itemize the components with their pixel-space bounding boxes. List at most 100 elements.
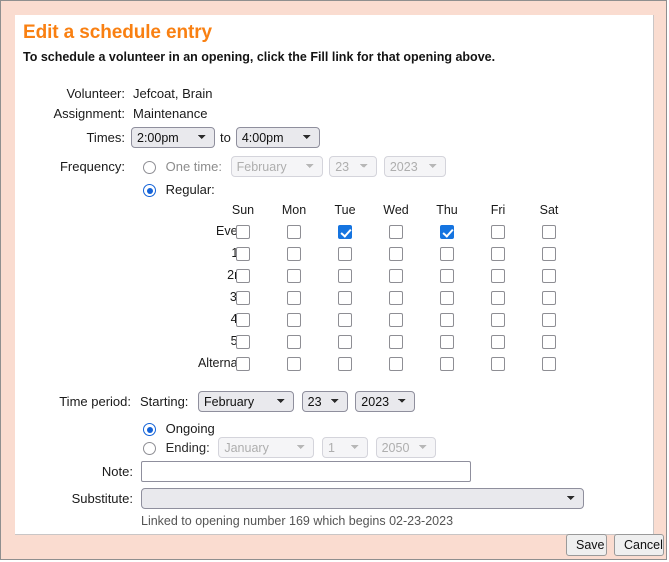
checkbox-2nd-sat[interactable] — [542, 269, 556, 283]
checkbox-1st-fri[interactable] — [491, 247, 505, 261]
times-to-label: to — [220, 130, 231, 146]
checkbox-alternate-wed[interactable] — [389, 357, 403, 371]
volunteer-row: Volunteer: Jefcoat, Brain — [15, 85, 654, 107]
checkbox-3rd-sun[interactable] — [236, 291, 250, 305]
grid-row-label-4th: 4th — [115, 312, 248, 326]
substitute-label: Substitute: — [71, 491, 133, 506]
checkbox-4th-thu[interactable] — [440, 313, 454, 327]
checkbox-5th-fri[interactable] — [491, 335, 505, 349]
checkbox-alternate-tue[interactable] — [338, 357, 352, 371]
note-input[interactable] — [141, 461, 471, 482]
checkbox-3rd-fri[interactable] — [491, 291, 505, 305]
page-subtitle: To schedule a volunteer in an opening, c… — [23, 50, 495, 64]
ongoing-radio[interactable] — [143, 423, 156, 437]
frequency-label: Frequency: — [59, 159, 125, 174]
starting-year-select[interactable]: 2023 — [355, 391, 416, 412]
regular-label: Regular: — [165, 182, 215, 197]
checkbox-1st-mon[interactable] — [287, 247, 301, 261]
checkbox-5th-mon[interactable] — [287, 335, 301, 349]
checkbox-2nd-fri[interactable] — [491, 269, 505, 283]
grid-row-label-every: Every — [216, 224, 248, 238]
ending-day-select[interactable]: 1 — [321, 437, 368, 458]
checkbox-alternate-mon[interactable] — [287, 357, 301, 371]
checkbox-4th-mon[interactable] — [287, 313, 301, 327]
frequency-one-time-radio[interactable] — [143, 160, 156, 174]
grid-row-label-1st: 1st — [115, 246, 248, 260]
checkbox-every-thu[interactable] — [440, 225, 454, 239]
ending-row: Ending: January 1 2050 — [15, 437, 654, 459]
dialog-outer-frame: Edit a schedule entry To schedule a volu… — [0, 0, 667, 560]
checkbox-5th-wed[interactable] — [389, 335, 403, 349]
checkbox-every-sun[interactable] — [236, 225, 250, 239]
starting-month-select[interactable]: February — [198, 391, 295, 412]
checkbox-1st-wed[interactable] — [389, 247, 403, 261]
page-title: Edit a schedule entry — [23, 22, 213, 43]
time-end-select[interactable]: 4:00pm — [235, 127, 320, 148]
checkbox-alternate-thu[interactable] — [440, 357, 454, 371]
checkbox-1st-thu[interactable] — [440, 247, 454, 261]
checkbox-4th-sun[interactable] — [236, 313, 250, 327]
checkbox-every-fri[interactable] — [491, 225, 505, 239]
checkbox-1st-tue[interactable] — [338, 247, 352, 261]
checkbox-alternate-fri[interactable] — [491, 357, 505, 371]
frequency-regular-radio[interactable] — [143, 184, 156, 198]
assignment-value: Maintenance — [133, 106, 208, 121]
checkbox-alternate-sat[interactable] — [542, 357, 556, 371]
note-label: Note: — [101, 464, 133, 479]
checkbox-every-sat[interactable] — [542, 225, 556, 239]
checkbox-3rd-sat[interactable] — [542, 291, 556, 305]
time-start-select[interactable]: 2:00pm — [131, 127, 215, 148]
checkbox-5th-sat[interactable] — [542, 335, 556, 349]
grid-row-label-3rd: 3rd — [115, 290, 248, 304]
checkbox-every-mon[interactable] — [287, 225, 301, 239]
assignment-label: Assignment: — [53, 106, 125, 121]
substitute-select[interactable] — [141, 488, 584, 509]
checkbox-3rd-wed[interactable] — [389, 291, 403, 305]
checkbox-2nd-wed[interactable] — [389, 269, 403, 283]
cancel-button[interactable]: Cancel — [614, 534, 664, 556]
grid-row-label-2nd: 2nd — [115, 268, 248, 282]
checkbox-alternate-sun[interactable] — [236, 357, 250, 371]
checkbox-1st-sun[interactable] — [236, 247, 250, 261]
checkbox-3rd-thu[interactable] — [440, 291, 454, 305]
checkbox-5th-thu[interactable] — [440, 335, 454, 349]
one-time-label: One time: — [165, 158, 222, 174]
checkbox-4th-tue[interactable] — [338, 313, 352, 327]
starting-day-select[interactable]: 23 — [301, 391, 348, 412]
ending-radio[interactable] — [143, 441, 156, 455]
subtitle-text-after: link for that opening above. — [328, 50, 496, 64]
checkbox-3rd-tue[interactable] — [338, 291, 352, 305]
one-time-day-select[interactable]: 23 — [329, 156, 378, 177]
save-button[interactable]: Save — [566, 534, 607, 556]
grid-row-label-5th: 5th — [115, 334, 248, 348]
checkbox-4th-wed[interactable] — [389, 313, 403, 327]
checkbox-2nd-thu[interactable] — [440, 269, 454, 283]
checkbox-1st-sat[interactable] — [542, 247, 556, 261]
ending-month-select[interactable]: January — [218, 437, 315, 458]
time-period-starting-row: Time period: Starting: February 23 2023 — [15, 391, 654, 413]
one-time-month-select[interactable]: February — [230, 156, 323, 177]
ending-year-select[interactable]: 2050 — [375, 437, 436, 458]
checkbox-every-wed[interactable] — [389, 225, 403, 239]
one-time-year-select[interactable]: 2023 — [383, 156, 446, 177]
checkbox-3rd-mon[interactable] — [287, 291, 301, 305]
ongoing-label: Ongoing — [165, 421, 215, 436]
times-row: Times: 2:00pm to 4:00pm — [15, 127, 654, 149]
checkbox-2nd-sun[interactable] — [236, 269, 250, 283]
times-label: Times: — [86, 130, 125, 145]
checkbox-5th-tue[interactable] — [338, 335, 352, 349]
checkbox-4th-fri[interactable] — [491, 313, 505, 327]
checkbox-2nd-mon[interactable] — [287, 269, 301, 283]
volunteer-value: Jefcoat, Brain — [133, 86, 213, 101]
volunteer-label: Volunteer: — [66, 86, 125, 101]
ending-label: Ending: — [165, 439, 210, 455]
assignment-row: Assignment: Maintenance — [15, 105, 654, 127]
checkbox-2nd-tue[interactable] — [338, 269, 352, 283]
frequency-regular-row: Regular: — [15, 181, 654, 203]
checkbox-5th-sun[interactable] — [236, 335, 250, 349]
grid-row-label-alternate: Alternate — [197, 356, 248, 370]
dow-header-sat: Sat — [539, 203, 559, 217]
checkbox-every-tue[interactable] — [338, 225, 352, 239]
checkbox-4th-sat[interactable] — [542, 313, 556, 327]
linked-opening-note: Linked to opening number 169 which begin… — [141, 514, 454, 528]
